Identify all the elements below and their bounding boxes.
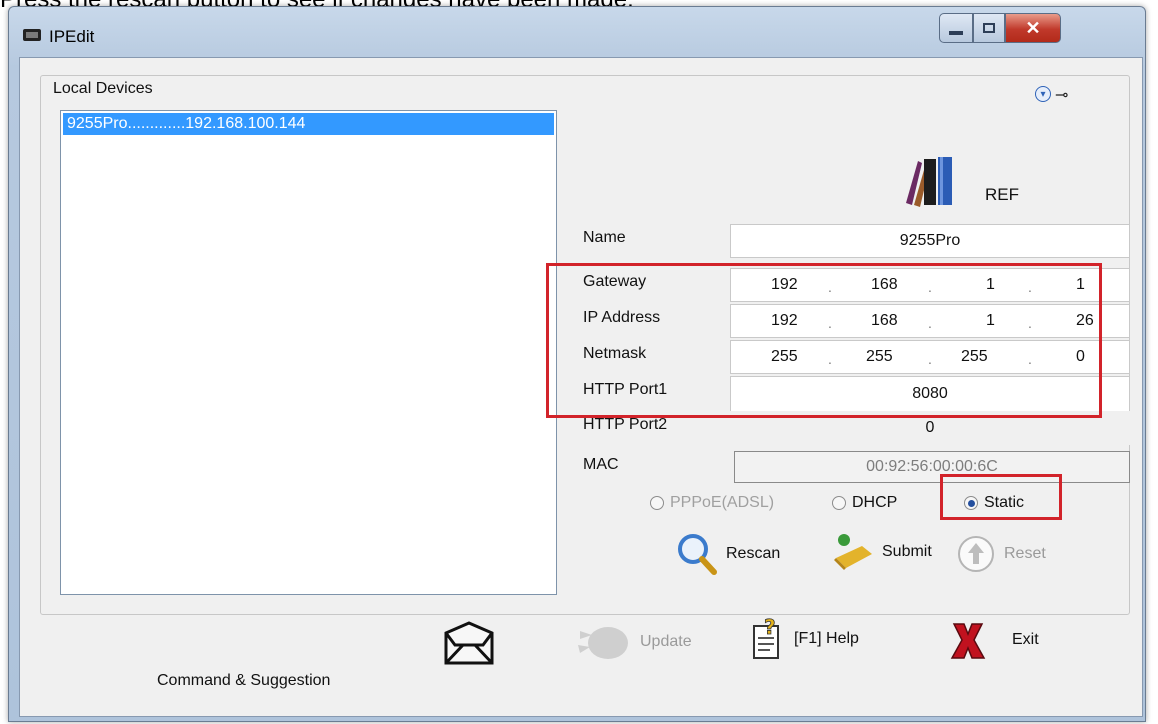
minimize-button[interactable] [939, 13, 973, 43]
mac-label: MAC [583, 456, 619, 473]
name-field[interactable]: 9255Pro [730, 224, 1130, 258]
magnifier-icon [678, 534, 717, 575]
envelope-icon[interactable] [443, 619, 495, 667]
close-icon: ✕ [1025, 17, 1041, 38]
network-settings-highlight [546, 263, 1102, 418]
help-document-icon: ? [753, 618, 779, 659]
update-icon [578, 627, 628, 659]
http-port2-label: HTTP Port2 [583, 416, 668, 433]
minimize-icon [949, 31, 963, 35]
help-label: [F1] Help [794, 630, 859, 647]
ref-label: REF [985, 185, 1019, 204]
mac-field: 00:92:56:00:00:6C [734, 451, 1130, 483]
reset-label: Reset [1004, 545, 1046, 562]
radio-pppoe: PPPoE(ADSL) [650, 494, 774, 512]
http-port2-value: 0 [925, 419, 935, 436]
submit-user-icon [834, 534, 872, 570]
svg-text:?: ? [764, 618, 776, 639]
client-area: Local Devices ▾ ⊸ 9255Pro.............19… [19, 57, 1143, 717]
command-suggestion-label: Command & Suggestion [157, 672, 331, 689]
submit-label: Submit [882, 543, 932, 560]
radio-dhcp-circle[interactable] [832, 496, 846, 510]
camera-app-icon [23, 29, 41, 41]
update-button: Update [576, 621, 692, 663]
update-label: Update [640, 633, 692, 650]
exit-button[interactable]: Exit [948, 620, 1039, 660]
name-label: Name [583, 229, 626, 246]
window-title: IPEdit [49, 27, 95, 46]
exit-x-icon [950, 623, 986, 659]
reset-button: Reset [956, 534, 1046, 574]
name-value: 9255Pro [899, 232, 961, 249]
rescan-label: Rescan [726, 545, 781, 562]
radio-pppoe-circle [650, 496, 664, 510]
device-list-item[interactable]: 9255Pro.............192.168.100.144 [63, 113, 554, 135]
maximize-button[interactable] [973, 13, 1005, 43]
maximize-icon [983, 23, 995, 33]
static-highlight [940, 474, 1062, 520]
help-button[interactable]: ? [F1] Help [750, 618, 859, 660]
close-button[interactable]: ✕ [1005, 13, 1061, 43]
books-icon [906, 157, 952, 207]
device-list[interactable]: 9255Pro.............192.168.100.144 [60, 110, 557, 595]
radio-dhcp[interactable]: DHCP [832, 494, 897, 512]
local-devices-label: Local Devices [51, 80, 155, 98]
exit-label: Exit [1012, 631, 1039, 648]
radio-pppoe-label: PPPoE(ADSL) [670, 494, 775, 511]
ipedit-window: IPEdit ✕ Local Devices ▾ ⊸ 9255Pro......… [8, 6, 1146, 722]
title-bar: IPEdit ✕ [9, 7, 1145, 57]
reset-arrow-icon [958, 536, 994, 572]
radio-dhcp-label: DHCP [852, 494, 898, 511]
collapse-chevron-icon[interactable]: ▾ [1035, 86, 1051, 102]
pin-icon[interactable]: ⊸ [1055, 85, 1068, 105]
submit-button[interactable]: Submit [832, 532, 932, 572]
rescan-button[interactable]: Rescan [676, 532, 780, 576]
